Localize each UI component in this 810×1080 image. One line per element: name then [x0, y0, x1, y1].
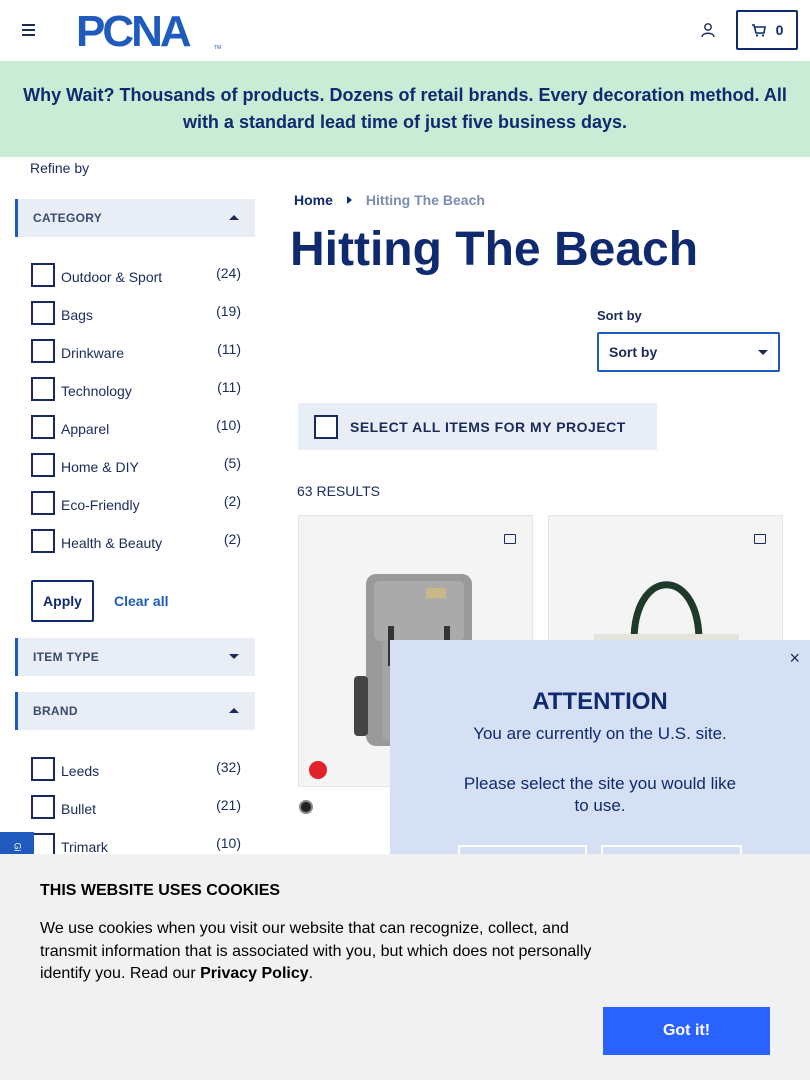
facet-option[interactable]: Eco-Friendly (2) — [31, 487, 246, 525]
modal-text-secondary: Please select the site you would like to… — [463, 774, 737, 815]
facet-option[interactable]: Bags (19) — [31, 297, 246, 335]
checkbox[interactable] — [31, 415, 55, 439]
facet-option[interactable]: Apparel (10) — [31, 411, 246, 449]
clear-all-link[interactable]: Clear all — [114, 593, 168, 609]
modal-text: You are currently on the U.S. site. — [473, 724, 727, 743]
side-tab-label: Gi — [12, 842, 22, 852]
brand-facet-list: Leeds (32) Bullet (21) Trimark (10) — [31, 753, 246, 867]
facet-option[interactable]: Outdoor & Sport (24) — [31, 259, 246, 297]
refine-by-label: Refine by — [30, 160, 90, 176]
cart-count: 0 — [775, 22, 784, 38]
checkbox[interactable] — [31, 263, 55, 287]
select-all-items[interactable]: SELECT ALL ITEMS FOR MY PROJECT — [298, 403, 657, 450]
results-count: 63 RESULTS — [297, 483, 380, 499]
cookie-text: We use cookies when you visit our websit… — [40, 920, 592, 982]
account-icon[interactable] — [700, 22, 716, 38]
category-facet-header[interactable]: CATEGORY — [15, 199, 255, 237]
chevron-down-icon — [758, 350, 768, 355]
sort-label: Sort by — [597, 308, 642, 323]
breadcrumb-home-link[interactable]: Home — [294, 192, 333, 208]
color-swatch[interactable] — [299, 800, 313, 814]
checkbox[interactable] — [31, 795, 55, 819]
add-to-project-icon[interactable] — [504, 534, 516, 544]
item-type-facet-title: ITEM TYPE — [33, 650, 100, 664]
checkbox[interactable] — [31, 529, 55, 553]
brand-facet-title: BRAND — [33, 704, 78, 718]
promo-banner: Why Wait? Thousands of products. Dozens … — [0, 61, 810, 157]
cookie-title: THIS WEBSITE USES COOKIES — [40, 882, 281, 899]
pcna-logo[interactable]: PCNA TM — [76, 7, 224, 56]
facet-option[interactable]: Bullet (21) — [31, 791, 246, 829]
add-to-project-icon[interactable] — [754, 534, 766, 544]
checkbox[interactable] — [31, 491, 55, 515]
facet-option[interactable]: Leeds (32) — [31, 753, 246, 791]
facet-option[interactable]: Health & Beauty (2) — [31, 525, 246, 563]
brand-facet-header[interactable]: BRAND — [15, 692, 255, 730]
modal-title: ATTENTION — [532, 688, 668, 715]
facet-option[interactable]: Drinkware (11) — [31, 335, 246, 373]
cookie-banner: THIS WEBSITE USES COOKIES We use cookies… — [0, 854, 810, 1080]
cart-icon — [751, 23, 766, 37]
select-all-label: SELECT ALL ITEMS FOR MY PROJECT — [350, 418, 626, 435]
item-type-facet-header[interactable]: ITEM TYPE — [15, 638, 255, 676]
sort-select-value: Sort by — [609, 344, 658, 360]
hamburger-menu-icon[interactable] — [22, 24, 35, 36]
breadcrumb-arrow-icon — [346, 196, 352, 204]
checkbox[interactable] — [31, 377, 55, 401]
cart-button[interactable]: 0 — [736, 10, 798, 50]
got-it-button[interactable]: Got it! — [603, 1007, 770, 1055]
category-facet-list: Outdoor & Sport (24) Bags (19) Drinkware (1… — [31, 259, 246, 563]
close-icon[interactable]: × — [789, 648, 800, 669]
breadcrumb: Home Hitting The Beach — [294, 192, 485, 208]
privacy-policy-link[interactable]: Privacy Policy — [200, 965, 309, 982]
caret-up-icon — [229, 215, 239, 220]
checkbox[interactable] — [31, 757, 55, 781]
apply-button[interactable]: Apply — [31, 580, 94, 622]
promo-banner-text: Why Wait? Thousands of products. Dozens … — [23, 85, 787, 132]
checkbox[interactable] — [31, 301, 55, 325]
checkbox[interactable] — [31, 339, 55, 363]
svg-text:TM: TM — [214, 45, 221, 51]
checkbox[interactable] — [31, 453, 55, 477]
sort-select[interactable]: Sort by — [597, 332, 780, 372]
facet-option[interactable]: Technology (11) — [31, 373, 246, 411]
svg-text:PCNA: PCNA — [76, 9, 191, 51]
category-facet-title: CATEGORY — [33, 211, 103, 225]
facet-option[interactable]: Home & DIY (5) — [31, 449, 246, 487]
caret-up-icon — [229, 708, 239, 713]
breadcrumb-current: Hitting The Beach — [365, 192, 485, 208]
product-image[interactable] — [584, 556, 749, 646]
site-select-modal: × ATTENTION You are currently on the U.S… — [390, 640, 810, 865]
page-title: Hitting The Beach — [290, 223, 699, 276]
decoration-badge-icon — [309, 761, 327, 779]
select-all-checkbox[interactable] — [314, 414, 338, 439]
site-header: PCNA TM 0 — [0, 0, 810, 61]
caret-down-icon — [229, 654, 239, 659]
